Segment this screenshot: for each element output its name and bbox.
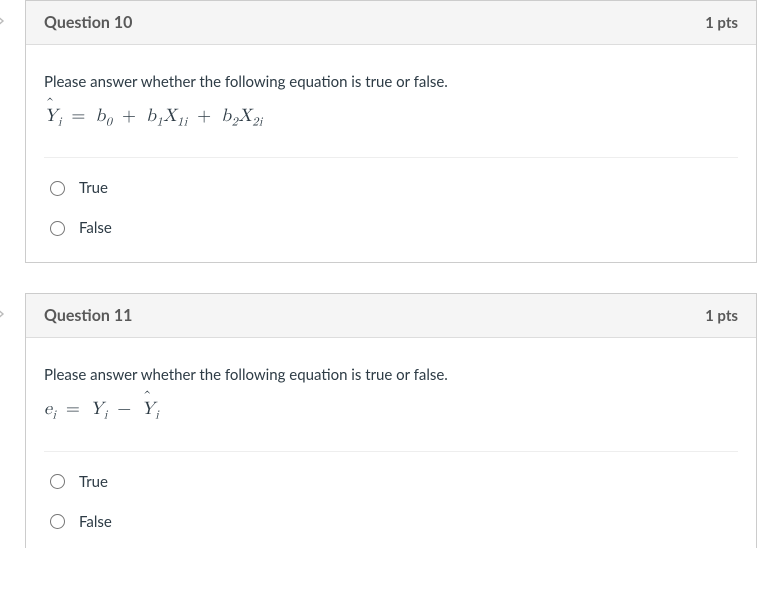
- equation: ei = Yi − Yi: [44, 398, 738, 422]
- option-false[interactable]: False: [44, 502, 738, 542]
- question-card-10: Question 10 1 pts Please answer whether …: [25, 0, 757, 263]
- option-true[interactable]: True: [44, 462, 738, 502]
- radio-false[interactable]: [50, 514, 65, 529]
- radio-true[interactable]: [50, 181, 65, 196]
- options-group: True False: [44, 157, 738, 262]
- question-title: Question 11: [44, 306, 132, 325]
- option-label: False: [79, 513, 112, 531]
- radio-false[interactable]: [50, 221, 65, 236]
- question-points: 1 pts: [705, 14, 738, 32]
- prompt-text: Please answer whether the following equa…: [44, 73, 738, 91]
- option-label: True: [79, 473, 108, 491]
- question-body: Please answer whether the following equa…: [26, 45, 756, 262]
- question-header: Question 11 1 pts: [26, 294, 756, 338]
- question-points: 1 pts: [705, 307, 738, 325]
- prompt-text: Please answer whether the following equa…: [44, 366, 738, 384]
- options-group: True False: [44, 451, 738, 548]
- option-false[interactable]: False: [44, 208, 738, 248]
- option-true[interactable]: True: [44, 168, 738, 208]
- option-label: True: [79, 179, 108, 197]
- equation: Yi = b0 + b1X1i + b2X2i: [44, 105, 738, 129]
- nav-arrow-icon[interactable]: [0, 11, 10, 31]
- question-card-11: Question 11 1 pts Please answer whether …: [25, 293, 757, 547]
- option-label: False: [79, 219, 112, 237]
- question-body: Please answer whether the following equa…: [26, 338, 756, 547]
- question-title: Question 10: [44, 13, 132, 32]
- nav-arrow-icon[interactable]: [0, 304, 10, 324]
- radio-true[interactable]: [50, 474, 65, 489]
- question-header: Question 10 1 pts: [26, 1, 756, 45]
